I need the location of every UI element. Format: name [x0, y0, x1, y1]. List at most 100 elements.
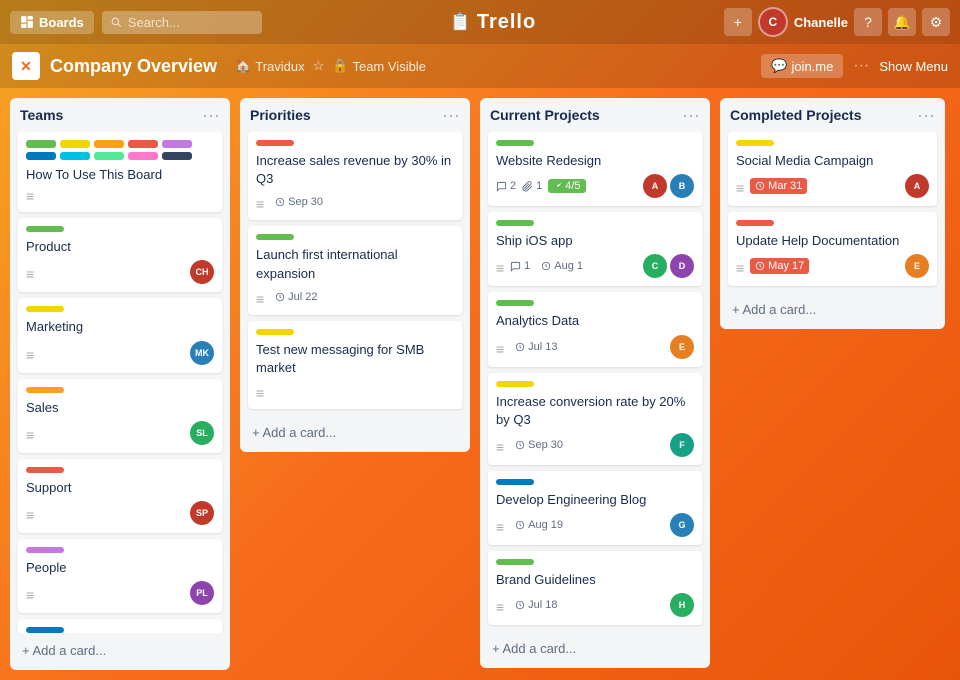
card-sales[interactable]: Sales ≡ SL	[18, 379, 222, 453]
card-title: Develop Engineering Blog	[496, 491, 694, 509]
list-header-priorities: Priorities ···	[240, 98, 470, 132]
card-avatars: SL	[190, 421, 214, 445]
star-button[interactable]: ☆	[313, 58, 325, 74]
add-card-teams[interactable]: + Add a card...	[18, 639, 222, 662]
add-card-priorities[interactable]: + Add a card...	[248, 421, 462, 444]
card-title: People	[26, 559, 214, 577]
card-title: Product	[26, 238, 214, 256]
card-title: Launch first international expansion	[256, 246, 454, 282]
attachments-badge: 1	[522, 180, 542, 192]
avatar: G	[670, 513, 694, 537]
card-due: Jul 22	[270, 289, 322, 305]
card-avatars: C D	[643, 254, 694, 278]
add-card-current[interactable]: + Add a card...	[488, 637, 702, 660]
card-conversion[interactable]: Increase conversion rate by 20% by Q3 ≡ …	[488, 373, 702, 465]
card-meta: ≡ Jul 22	[256, 287, 454, 307]
card-meta: 2 1 4/5 A B	[496, 174, 694, 198]
card-label	[496, 220, 534, 226]
card-meta-left: ≡ May 17	[736, 256, 809, 276]
color-strip-green	[26, 140, 56, 148]
lines-icon: ≡	[256, 385, 264, 401]
comments-badge: 2	[496, 180, 516, 192]
search-wrap	[102, 11, 262, 34]
card-how-to-use[interactable]: How To Use This Board ≡	[18, 132, 222, 212]
trello-logo: 📋 Trello	[270, 11, 716, 34]
card-label	[496, 381, 534, 387]
list-cards-completed: Social Media Campaign ≡ Mar 31 A	[720, 132, 945, 292]
card-meta-left: ≡ Jul 22	[256, 287, 323, 307]
card-meta: ≡ MK	[26, 341, 214, 365]
board-content: Teams ··· How To Use This Board	[0, 88, 960, 680]
lines-icon: ≡	[496, 341, 504, 357]
top-nav: Boards 📋 Trello + C Chanelle ? 🔔 ⚙	[0, 0, 960, 44]
list-menu-priorities[interactable]: ···	[442, 106, 460, 124]
card-avatars: G	[670, 513, 694, 537]
card-due: Jul 18	[510, 597, 562, 613]
card-label	[26, 547, 64, 553]
notifications-button[interactable]: 🔔	[888, 8, 916, 36]
card-ship-ios[interactable]: Ship iOS app ≡ 1 Aug 1 C	[488, 212, 702, 286]
show-menu-button[interactable]: Show Menu	[879, 59, 948, 74]
card-title: Social Media Campaign	[736, 152, 929, 170]
card-label	[26, 387, 64, 393]
card-due: Sep 30	[270, 194, 328, 210]
search-input[interactable]	[102, 11, 262, 34]
card-website-redesign[interactable]: Website Redesign 2 1 4/5	[488, 132, 702, 206]
card-help-docs[interactable]: Update Help Documentation ≡ May 17 E	[728, 212, 937, 286]
card-label	[736, 220, 774, 226]
add-button[interactable]: +	[724, 8, 752, 36]
card-sales-revenue[interactable]: Increase sales revenue by 30% in Q3 ≡ Se…	[248, 132, 462, 220]
list-teams: Teams ··· How To Use This Board	[10, 98, 230, 670]
boards-button[interactable]: Boards	[10, 11, 94, 34]
card-meta: ≡ 1 Aug 1 C D	[496, 254, 694, 278]
card-brand-guidelines[interactable]: Brand Guidelines ≡ Jul 18 H	[488, 551, 702, 625]
card-due: Sep 30	[510, 437, 568, 453]
card-meta: ≡ Aug 19 G	[496, 513, 694, 537]
card-title: How To Use This Board	[26, 166, 214, 184]
card-meta-left: ≡ Sep 30	[256, 192, 328, 212]
card-due: Jul 13	[510, 339, 562, 355]
settings-button[interactable]: ⚙	[922, 8, 950, 36]
card-it[interactable]: IT ≡ IT	[18, 619, 222, 633]
list-menu-teams[interactable]: ···	[202, 106, 220, 124]
lines-icon: ≡	[496, 260, 504, 276]
card-avatars: H	[670, 593, 694, 617]
list-menu-current[interactable]: ···	[682, 106, 700, 124]
workspace-link[interactable]: 🏠 Travidux	[235, 58, 305, 74]
card-avatars: PL	[190, 581, 214, 605]
card-support[interactable]: Support ≡ SP	[18, 459, 222, 533]
list-footer-teams: + Add a card...	[10, 633, 230, 670]
card-international[interactable]: Launch first international expansion ≡ J…	[248, 226, 462, 314]
card-meta-left: ≡ Jul 18	[496, 595, 563, 615]
card-social-media[interactable]: Social Media Campaign ≡ Mar 31 A	[728, 132, 937, 206]
card-product[interactable]: Product ≡ CH	[18, 218, 222, 292]
list-cards-priorities: Increase sales revenue by 30% in Q3 ≡ Se…	[240, 132, 470, 415]
card-avatars: SP	[190, 501, 214, 525]
card-label	[496, 559, 534, 565]
lines-icon: ≡	[26, 188, 214, 204]
card-people[interactable]: People ≡ PL	[18, 539, 222, 613]
card-label	[256, 140, 294, 146]
list-current-projects: Current Projects ··· Website Redesign 2 …	[480, 98, 710, 668]
list-menu-completed[interactable]: ···	[917, 106, 935, 124]
visibility-label[interactable]: 🔒 Team Visible	[332, 58, 426, 74]
card-meta: ≡ CH	[26, 260, 214, 284]
user-avatar[interactable]: C	[758, 7, 788, 37]
add-card-completed[interactable]: + Add a card...	[728, 298, 937, 321]
card-label	[26, 306, 64, 312]
lines-icon: ≡	[736, 180, 744, 196]
comments-badge: 1	[510, 260, 530, 272]
card-eng-blog[interactable]: Develop Engineering Blog ≡ Aug 19 G	[488, 471, 702, 545]
join-button[interactable]: 💬 join.me	[761, 54, 843, 78]
card-messaging[interactable]: Test new messaging for SMB market ≡	[248, 321, 462, 409]
info-button[interactable]: ?	[854, 8, 882, 36]
lines-icon: ≡	[26, 587, 34, 603]
separator: ···	[853, 57, 869, 75]
color-strip-yellow	[60, 140, 90, 148]
card-meta: ≡ Mar 31 A	[736, 174, 929, 198]
lines-icon: ≡	[256, 291, 264, 307]
card-analytics[interactable]: Analytics Data ≡ Jul 13 E	[488, 292, 702, 366]
card-marketing[interactable]: Marketing ≡ MK	[18, 298, 222, 372]
color-strip-purple	[162, 140, 192, 148]
card-title: Analytics Data	[496, 312, 694, 330]
